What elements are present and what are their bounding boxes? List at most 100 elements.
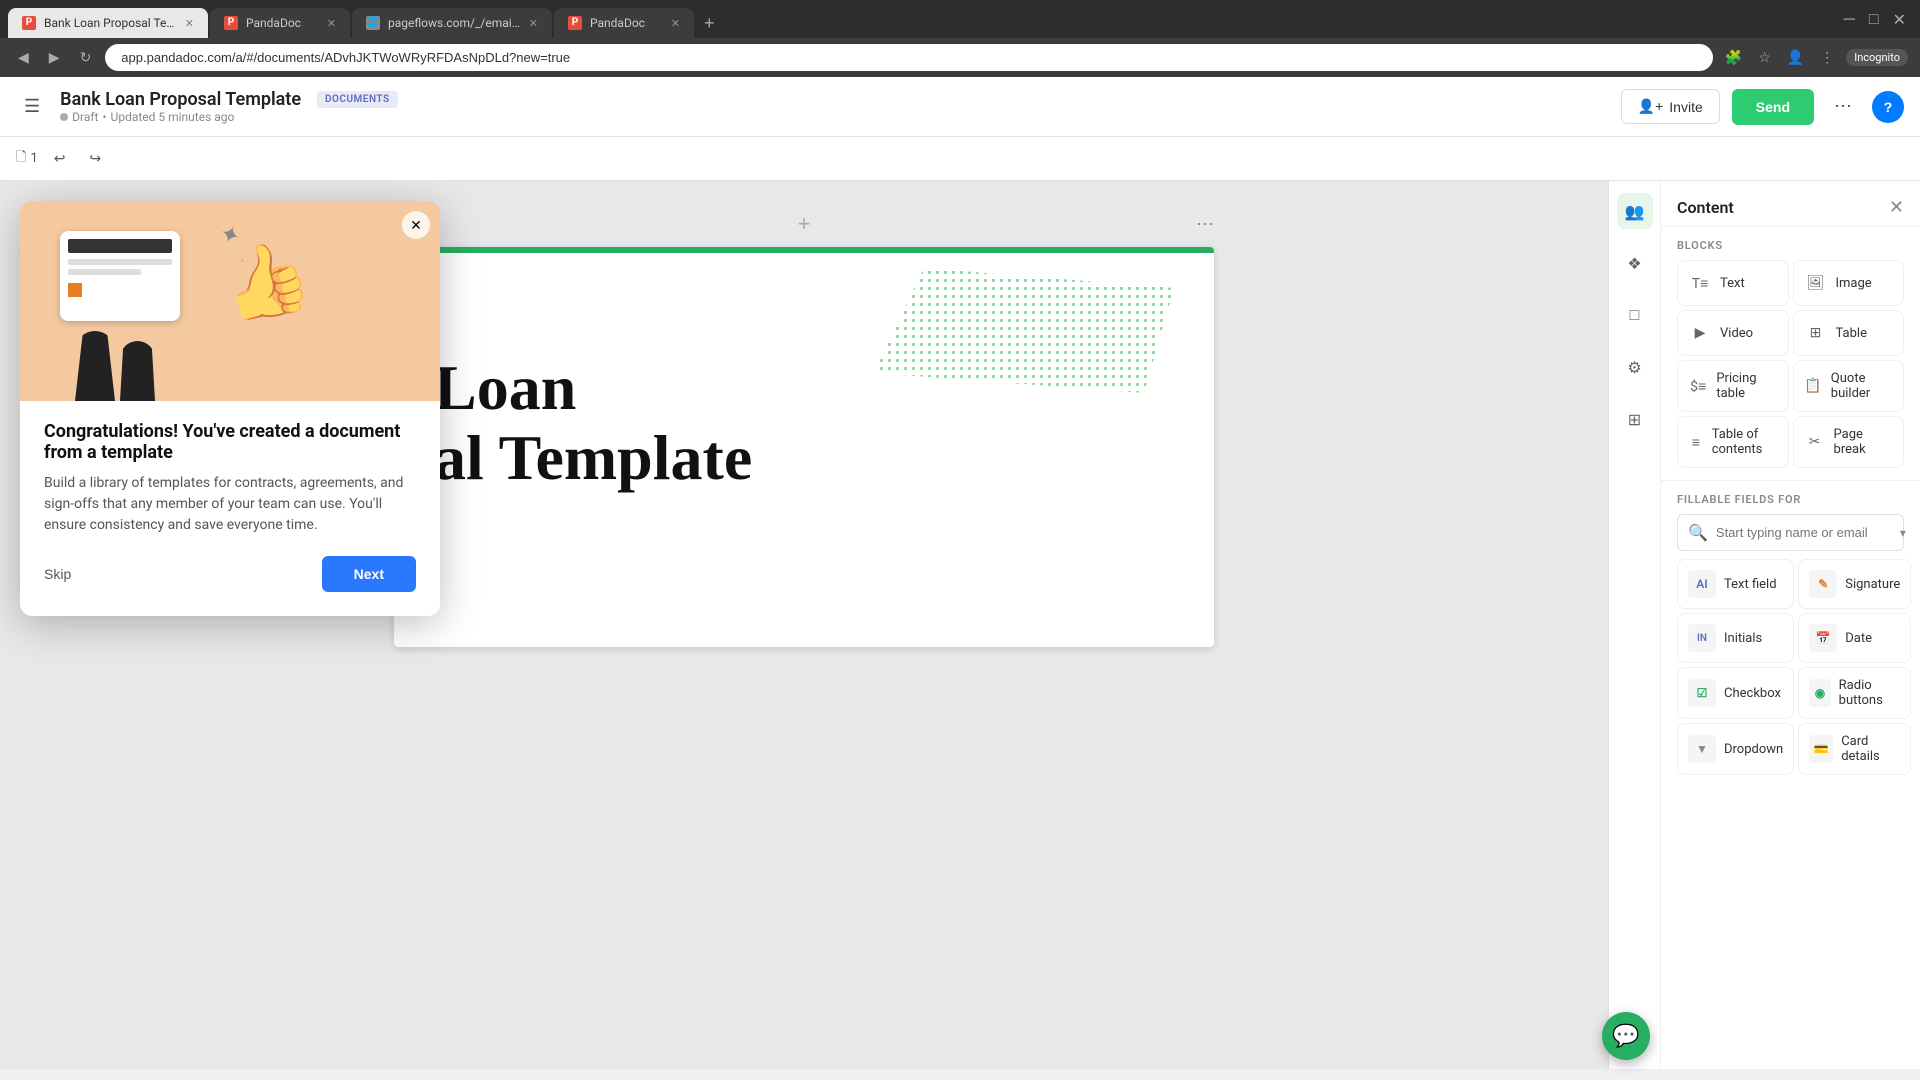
fillable-checkbox[interactable]: ☑ Checkbox (1677, 667, 1794, 719)
new-tab-button[interactable]: + (696, 9, 723, 38)
dot-separator: • (102, 110, 106, 124)
card-details-label: Card details (1841, 734, 1900, 764)
fillable-initials[interactable]: IN Initials (1677, 613, 1794, 663)
block-table[interactable]: ⊞ Table (1793, 310, 1905, 356)
blocks-label: BLOCKS (1677, 239, 1904, 252)
tab-title-1: PandaDoc (246, 16, 319, 30)
fillable-radio-buttons[interactable]: ◉ Radio buttons (1798, 667, 1911, 719)
back-button[interactable]: ◀ (12, 45, 35, 70)
block-page-break[interactable]: ✂ Page break (1793, 416, 1905, 468)
toc-icon: ≡ (1688, 430, 1704, 454)
bookmark-icon[interactable]: ☆ (1754, 45, 1775, 70)
sidebar-close-button[interactable]: ✕ (1889, 197, 1904, 218)
close-tab-icon-1[interactable]: ✕ (327, 17, 336, 30)
image-block-icon: 🖼 (1804, 271, 1828, 295)
rail-icon-settings[interactable]: ⚙ (1617, 349, 1653, 385)
documents-badge: DOCUMENTS (317, 91, 398, 108)
maximize-button[interactable]: □ (1863, 8, 1885, 32)
block-video[interactable]: ▶ Video (1677, 310, 1789, 356)
page-break-icon: ✂ (1804, 430, 1826, 454)
updated-label: Updated 5 minutes ago (111, 110, 235, 124)
chat-widget-button[interactable]: 💬 (1602, 1012, 1650, 1060)
date-icon: 📅 (1809, 624, 1837, 652)
block-toc-label: Table of contents (1712, 427, 1778, 457)
radio-buttons-label: Radio buttons (1839, 678, 1901, 708)
fillable-text-field[interactable]: AI Text field (1677, 559, 1794, 609)
icon-rail: 👥 ❖ □ ⚙ ⊞ (1609, 181, 1661, 1069)
fillable-card-details[interactable]: 💳 Card details (1798, 723, 1911, 775)
close-tab-icon-2[interactable]: ✕ (529, 17, 538, 30)
block-text[interactable]: T≡ Text (1677, 260, 1789, 306)
initials-icon: IN (1688, 624, 1716, 652)
undo-button[interactable]: ↩ (46, 146, 74, 171)
signature-label: Signature (1845, 577, 1900, 592)
quote-builder-icon: 📋 (1804, 374, 1823, 398)
tab-pandadoc-1[interactable]: P PandaDoc ✕ (210, 8, 350, 38)
block-image[interactable]: 🖼 Image (1793, 260, 1905, 306)
block-pricing-table-label: Pricing table (1716, 371, 1777, 401)
block-page-break-label: Page break (1834, 427, 1893, 457)
add-block-button[interactable]: + (798, 211, 811, 237)
settings-icon[interactable]: ⋮ (1816, 45, 1838, 70)
rail-icon-users[interactable]: 👥 (1617, 193, 1653, 229)
text-field-label: Text field (1724, 577, 1777, 592)
block-video-label: Video (1720, 326, 1753, 341)
search-chevron-icon: ▾ (1900, 526, 1906, 540)
address-bar[interactable] (105, 44, 1712, 71)
forward-button[interactable]: ▶ (43, 45, 66, 70)
fillable-dropdown[interactable]: ▼ Dropdown (1677, 723, 1794, 775)
rail-icon-grid[interactable]: ⊞ (1617, 401, 1653, 437)
fillable-signature[interactable]: ✎ Signature (1798, 559, 1911, 609)
rail-icon-fields[interactable]: □ (1617, 297, 1653, 333)
checkbox-icon: ☑ (1688, 679, 1716, 707)
refresh-button[interactable]: ↻ (74, 45, 98, 70)
page-number: 1 (30, 151, 37, 166)
block-text-label: Text (1720, 276, 1745, 291)
skip-button[interactable]: Skip (44, 558, 71, 590)
tab-pandadoc-2[interactable]: P PandaDoc ✕ (554, 8, 694, 38)
dropdown-icon: ▼ (1688, 735, 1716, 763)
card-details-icon: 💳 (1809, 735, 1833, 763)
initials-label: Initials (1724, 631, 1762, 646)
draft-status-dot (60, 113, 68, 121)
block-table-of-contents[interactable]: ≡ Table of contents (1677, 416, 1789, 468)
extensions-icon[interactable]: 🧩 (1721, 45, 1746, 70)
tab-bank-loan[interactable]: P Bank Loan Proposal Template ✕ (8, 8, 208, 38)
popup-body: Congratulations! You've created a docume… (20, 401, 440, 616)
menu-button[interactable]: ☰ (16, 92, 48, 121)
dropdown-label: Dropdown (1724, 742, 1783, 757)
invite-icon: 👤+ (1638, 98, 1664, 115)
block-quote-builder[interactable]: 📋 Quote builder (1793, 360, 1905, 412)
canvas-more-button[interactable]: ⋯ (1196, 214, 1214, 235)
signature-icon: ✎ (1809, 570, 1837, 598)
tab-title-pageflows: pageflows.com/_/emails/_/7fb... (388, 16, 521, 30)
tab-title-active: Bank Loan Proposal Template (44, 16, 177, 30)
page-count: 🗋 1 (16, 148, 38, 170)
close-tab-icon-3[interactable]: ✕ (671, 17, 680, 30)
next-button[interactable]: Next (322, 556, 416, 592)
draft-label: Draft (72, 110, 98, 124)
close-window-button[interactable]: ✕ (1887, 8, 1912, 32)
fillable-search-input[interactable] (1716, 525, 1892, 540)
fillable-search-field[interactable]: 🔍 ▾ (1677, 514, 1904, 551)
invite-button[interactable]: 👤+ Invite (1621, 89, 1720, 124)
congrats-popup: ✕ 👍 ✦ · (20, 201, 440, 616)
page-icon: 🗋 (16, 148, 26, 170)
block-pricing-table[interactable]: $≡ Pricing table (1677, 360, 1789, 412)
heading-line2: al Template (434, 423, 1174, 493)
profile-icon[interactable]: 👤 (1783, 45, 1808, 70)
search-icon: 🔍 (1688, 523, 1708, 542)
close-tab-icon[interactable]: ✕ (185, 17, 194, 30)
fillable-fields-label: FILLABLE FIELDS FOR (1677, 493, 1904, 506)
rail-icon-content[interactable]: ❖ (1617, 245, 1653, 281)
send-button[interactable]: Send (1732, 89, 1814, 125)
redo-button[interactable]: ↪ (82, 146, 110, 171)
help-button[interactable]: ? (1872, 91, 1904, 123)
more-options-button[interactable]: ⋯ (1826, 92, 1860, 121)
minimize-button[interactable]: ─ (1838, 8, 1861, 32)
block-quote-builder-label: Quote builder (1831, 371, 1893, 401)
popup-body-text: Build a library of templates for contrac… (44, 473, 416, 536)
table-block-icon: ⊞ (1804, 321, 1828, 345)
fillable-date[interactable]: 📅 Date (1798, 613, 1911, 663)
tab-pageflows[interactable]: 🌐 pageflows.com/_/emails/_/7fb... ✕ (352, 8, 552, 38)
